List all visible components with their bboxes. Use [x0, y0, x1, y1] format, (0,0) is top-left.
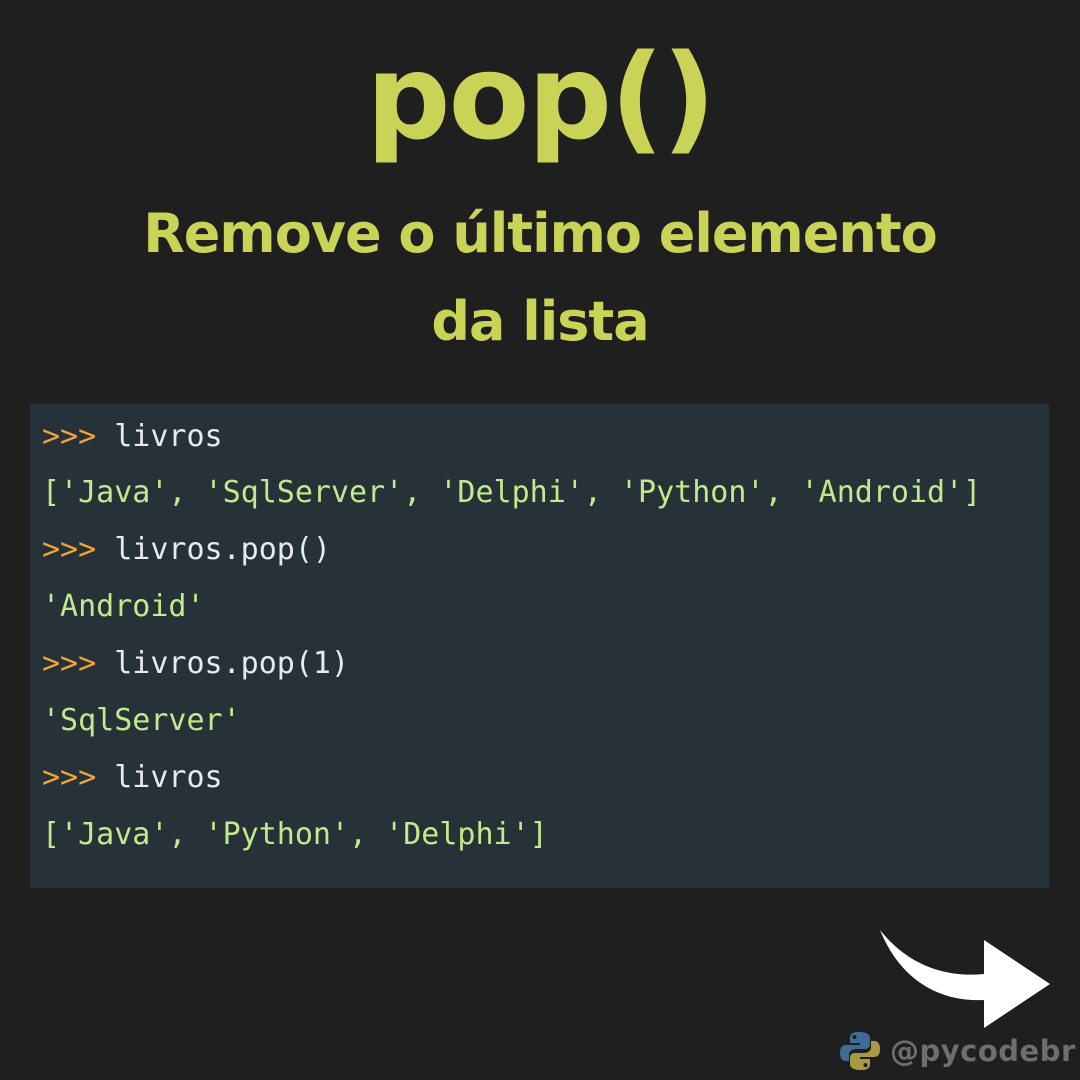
code-line-1: >>> livros — [42, 409, 223, 465]
prompt: >>> — [42, 532, 97, 567]
watermark: @pycodebr — [838, 1026, 1076, 1076]
command-text: livros.pop() — [114, 532, 331, 567]
python-logo-icon — [840, 1032, 880, 1070]
code-line-3: >>> livros.pop() — [42, 522, 331, 578]
handle-text: @pycodebr — [890, 1034, 1076, 1068]
code-line-2: ['Java', 'SqlServer', 'Delphi', 'Python'… — [42, 465, 981, 521]
code-line-7: >>> livros — [42, 750, 223, 806]
command-text: livros.pop(1) — [114, 646, 350, 681]
code-line-4: 'Android' — [42, 579, 205, 635]
output-text: 'SqlServer' — [42, 703, 241, 738]
code-line-6: 'SqlServer' — [42, 693, 241, 749]
page-title: pop() — [366, 28, 716, 166]
code-line-5: >>> livros.pop(1) — [42, 636, 349, 692]
subtitle-line-1: Remove o último elemento — [143, 202, 938, 265]
code-line-8: ['Java', 'Python', 'Delphi'] — [42, 807, 548, 863]
output-text: ['Java', 'SqlServer', 'Delphi', 'Python'… — [42, 475, 982, 510]
code-block: >>> livros ['Java', 'SqlServer', 'Delphi… — [30, 404, 1049, 888]
command-text: livros — [114, 760, 223, 795]
prompt: >>> — [42, 646, 97, 681]
page-subtitle: Remove o último elemento da lista — [0, 190, 1080, 366]
curved-arrow-right-icon[interactable] — [872, 922, 1062, 1037]
prompt: >>> — [42, 419, 97, 454]
output-text: 'Android' — [42, 589, 205, 624]
output-text: ['Java', 'Python', 'Delphi'] — [42, 817, 548, 852]
prompt: >>> — [42, 760, 97, 795]
command-text: livros — [114, 419, 223, 454]
subtitle-line-2: da lista — [431, 290, 649, 353]
